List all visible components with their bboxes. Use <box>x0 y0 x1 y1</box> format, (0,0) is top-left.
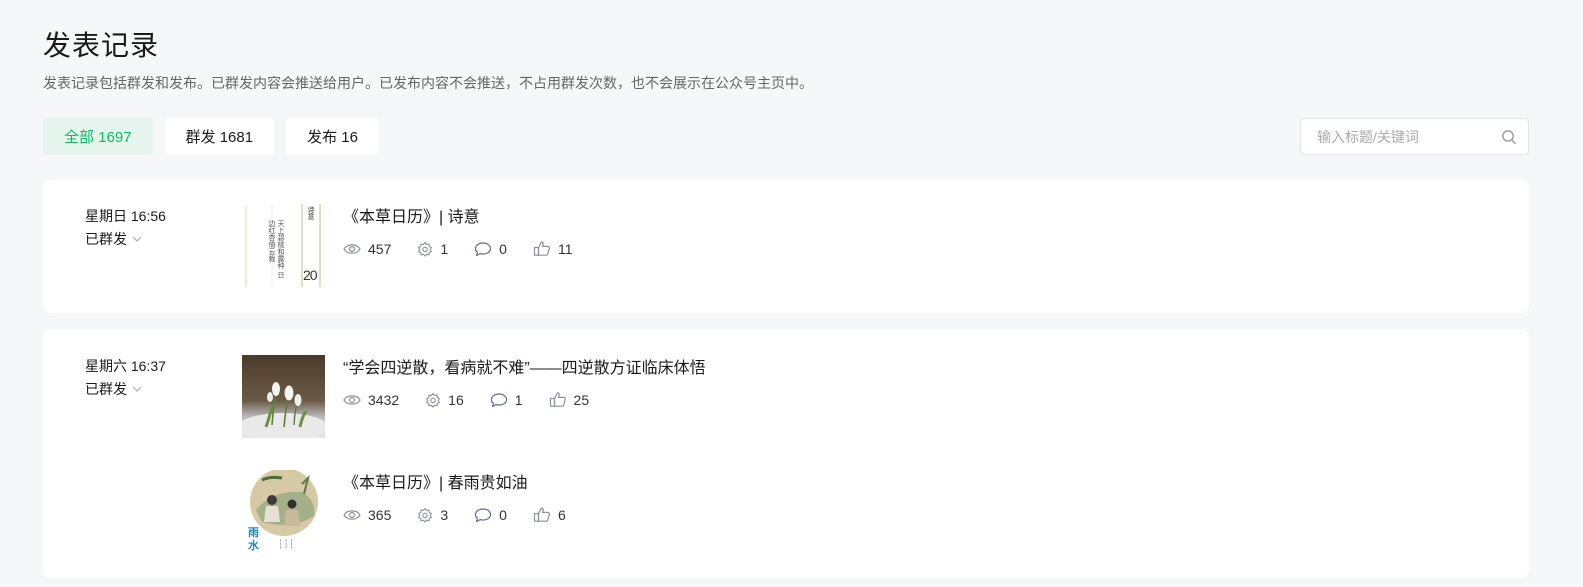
tab-all[interactable]: 全部 1697 <box>43 118 153 155</box>
article-item: “学会四逆散，看病就不难”——四逆散方证临床体悟 3432 16 1 25 <box>242 355 706 438</box>
record-status-dropdown[interactable]: 已群发 <box>85 380 166 398</box>
stat-comments: 0 <box>474 507 507 523</box>
thumbnail-symbol-icon: ┆┆┆ <box>278 539 295 549</box>
record-status-label: 已群发 <box>85 381 127 397</box>
thumbnail-number-text: 20 <box>303 267 318 283</box>
comment-icon <box>475 507 492 522</box>
article-stats: 3432 16 1 25 <box>343 391 706 408</box>
share-icon <box>418 241 433 257</box>
shares-count: 16 <box>448 391 464 408</box>
chevron-down-icon <box>132 236 142 242</box>
article-thumbnail[interactable]: 天上碧桃和露种 日边红杏倚云栽 诗意 20 <box>242 204 325 287</box>
article-thumbnail[interactable] <box>242 355 325 438</box>
share-icon <box>426 392 441 408</box>
stat-comments: 0 <box>474 241 507 257</box>
chevron-down-icon <box>132 386 142 392</box>
record-status-label: 已群发 <box>85 231 127 247</box>
filter-tabs: 全部 1697 群发 1681 发布 16 <box>43 118 379 155</box>
likes-count: 11 <box>557 240 573 257</box>
stat-views: 3432 <box>343 392 399 408</box>
article-info: “学会四逆散，看病就不难”——四逆散方证临床体悟 3432 16 1 25 <box>343 359 706 408</box>
record-meta: 星期日 16:56 已群发 <box>85 207 166 248</box>
eye-icon <box>343 243 361 254</box>
thumbs-up-icon <box>533 507 550 522</box>
stat-shares: 3 <box>417 507 448 523</box>
views-count: 3432 <box>368 391 400 408</box>
article-thumbnail[interactable]: 雨水 ┆┆┆ <box>242 470 325 553</box>
publish-records-page: 发表记录 发表记录包括群发和发布。已群发内容会推送给用户。已发布内容不会推送，不… <box>0 0 1583 587</box>
article-item: 天上碧桃和露种 日边红杏倚云栽 诗意 20 《本草日历》| 诗意 457 1 0… <box>242 204 599 287</box>
article-stats: 457 1 0 11 <box>343 240 599 257</box>
search-input[interactable] <box>1317 128 1500 145</box>
thumbnail-label-text: 雨水 <box>248 526 259 552</box>
stat-views: 365 <box>343 507 391 523</box>
thumbs-up-icon <box>549 392 566 407</box>
page-description: 发表记录包括群发和发布。已群发内容会推送给用户。已发布内容不会推送，不占用群发次… <box>43 75 813 91</box>
record-time: 星期六 16:37 <box>85 358 166 374</box>
comments-count: 1 <box>514 391 523 408</box>
tab-mass-send[interactable]: 群发 1681 <box>164 118 275 155</box>
tab-publish[interactable]: 发布 16 <box>286 118 379 155</box>
comment-icon <box>490 392 507 407</box>
likes-count: 25 <box>573 391 590 408</box>
stat-likes: 25 <box>549 391 590 408</box>
stat-likes: 6 <box>533 506 566 523</box>
comments-count: 0 <box>499 240 507 257</box>
article-title[interactable]: 《本草日历》| 诗意 <box>343 208 599 228</box>
likes-count: 6 <box>557 506 566 523</box>
article-title[interactable]: “学会四逆散，看病就不难”——四逆散方证临床体悟 <box>343 359 706 379</box>
stat-likes: 11 <box>533 240 573 257</box>
thumbnail-poem-text: 天上碧桃和露种 日边红杏倚云栽 <box>268 220 285 279</box>
article-info: 《本草日历》| 诗意 457 1 0 11 <box>343 208 599 257</box>
thumbs-up-icon <box>533 241 550 256</box>
stat-comments: 1 <box>490 392 523 408</box>
record-meta: 星期六 16:37 已群发 <box>85 357 166 398</box>
article-item: 雨水 ┆┆┆ 《本草日历》| 春雨贵如油 365 3 0 6 <box>242 470 592 553</box>
article-info: 《本草日历》| 春雨贵如油 365 3 0 6 <box>343 474 592 523</box>
record-card: 星期日 16:56 已群发 天上碧桃和露种 日边红杏倚云栽 诗意 20 《本草日… <box>43 180 1529 313</box>
stat-shares: 1 <box>417 241 448 257</box>
comments-count: 0 <box>499 506 507 523</box>
stat-shares: 16 <box>425 392 464 408</box>
eye-icon <box>343 509 361 520</box>
shares-count: 3 <box>440 506 449 523</box>
search-box <box>1300 118 1529 155</box>
comment-icon <box>475 241 492 256</box>
stat-views: 457 <box>343 241 391 257</box>
views-count: 457 <box>368 240 392 257</box>
page-title: 发表记录 <box>43 30 160 61</box>
article-title[interactable]: 《本草日历》| 春雨贵如油 <box>343 474 592 494</box>
record-time: 星期日 16:56 <box>85 208 166 224</box>
shares-count: 1 <box>440 240 449 257</box>
eye-icon <box>343 394 361 405</box>
search-icon[interactable] <box>1500 128 1518 146</box>
views-count: 365 <box>368 506 392 523</box>
record-status-dropdown[interactable]: 已群发 <box>85 230 166 248</box>
share-icon <box>418 507 433 523</box>
thumbnail-header-text: 诗意 <box>307 206 315 220</box>
article-stats: 365 3 0 6 <box>343 506 592 523</box>
record-card: 星期六 16:37 已群发 “学会四逆散，看病就不难”——四逆散方证临床体悟 3… <box>43 329 1529 578</box>
